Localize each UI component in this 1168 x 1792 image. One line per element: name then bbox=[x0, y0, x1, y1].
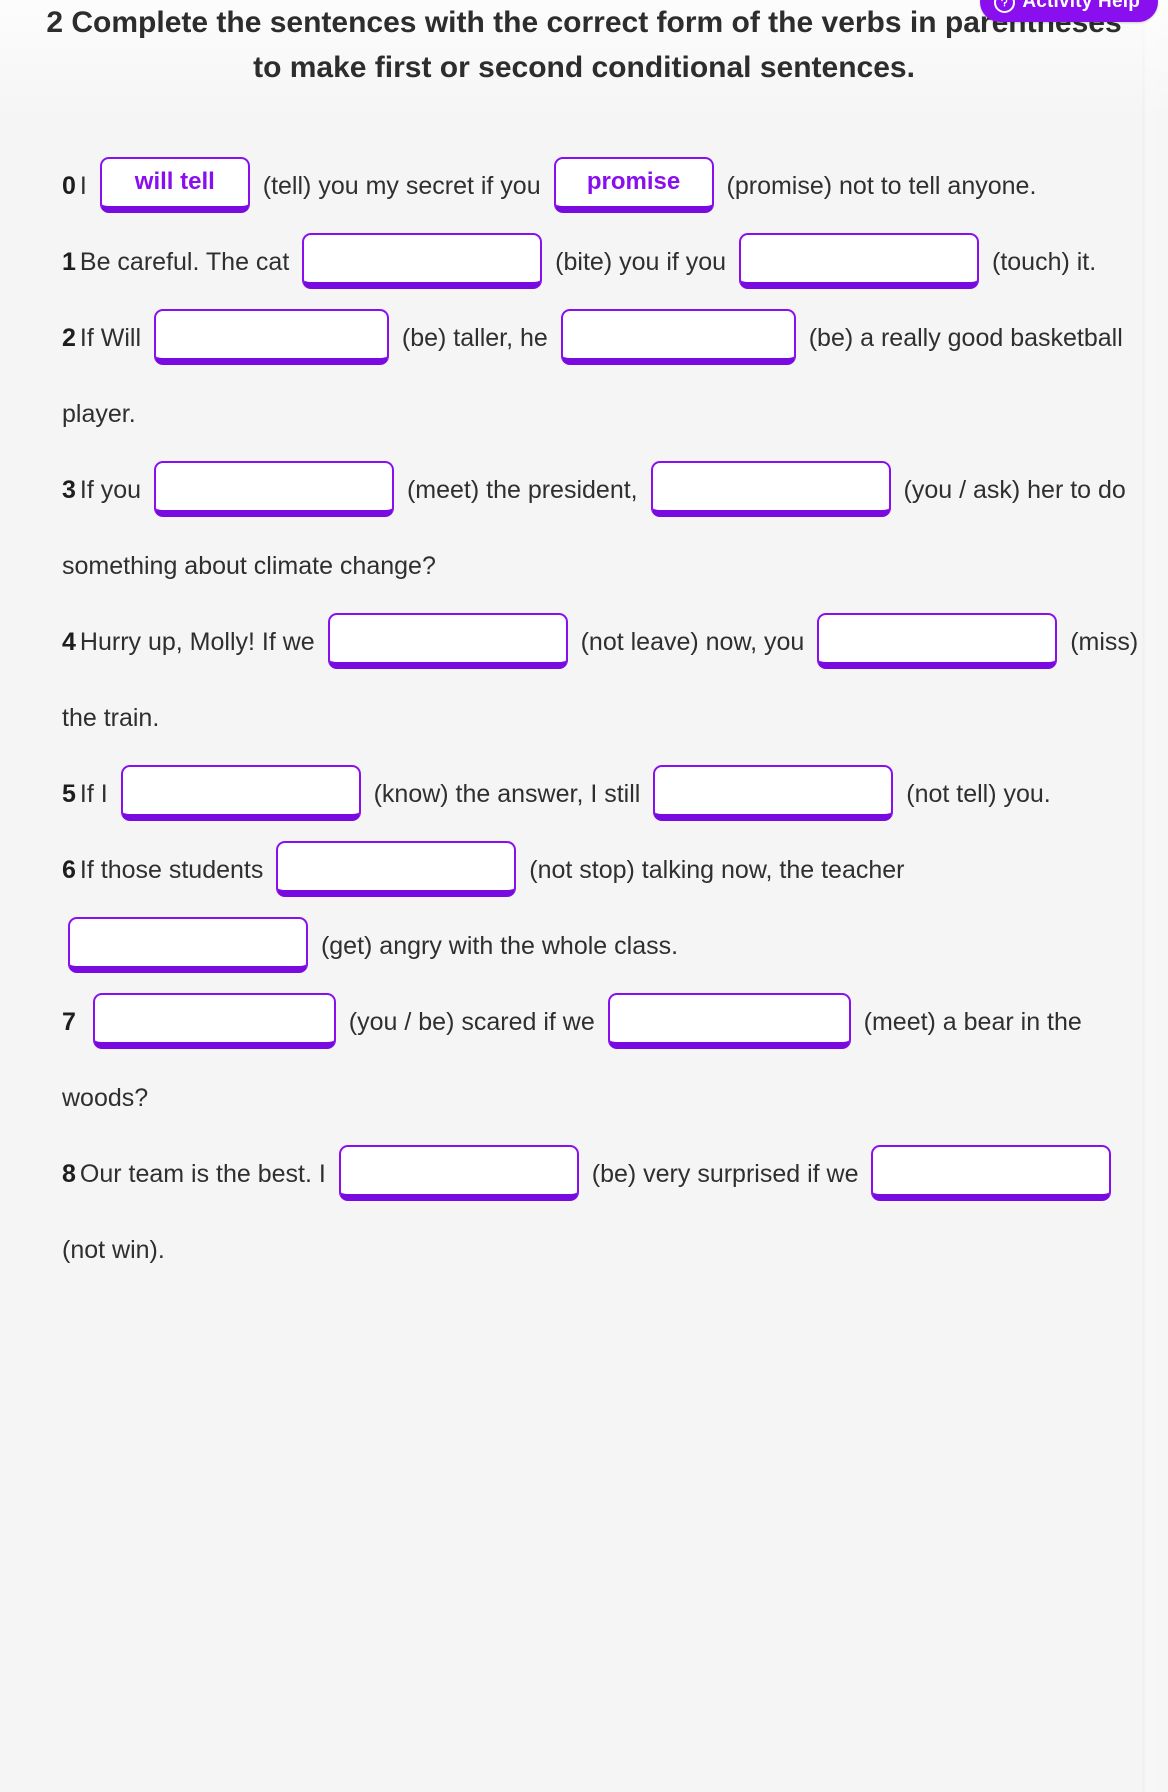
exercise-item: 3 If you (meet) the president, (you / ask… bbox=[62, 452, 1162, 604]
answer-input-box[interactable] bbox=[560, 309, 796, 366]
sentence-text: (promise) not to tell anyone. bbox=[719, 172, 1037, 200]
sentence-text: (be) very surprised if we bbox=[584, 1160, 866, 1188]
sentence-text: (be) taller, he bbox=[394, 324, 555, 352]
exercise-item: 2 If Will (be) taller, he (be) a really g… bbox=[62, 300, 1162, 452]
activity-help-label: Activity Help bbox=[1022, 0, 1140, 12]
answer-input-box[interactable] bbox=[739, 233, 980, 290]
answer-input-box[interactable] bbox=[276, 841, 517, 898]
answer-input-box[interactable] bbox=[153, 309, 389, 366]
exercise-item-number: 8 bbox=[62, 1160, 76, 1188]
answer-input-box[interactable] bbox=[92, 993, 336, 1050]
exercise-item: 7 (you / be) scared if we (meet) a bear … bbox=[62, 984, 1162, 1136]
activity-help-button[interactable]: Activity Help bbox=[980, 0, 1158, 22]
help-circle-icon bbox=[994, 0, 1016, 13]
exercise-item: 4 Hurry up, Molly! If we (not leave) now,… bbox=[62, 604, 1162, 756]
sentence-text: Be careful. The cat bbox=[79, 248, 297, 276]
exercise-item: 5 If I (know) the answer, I still (not te… bbox=[62, 756, 1162, 832]
answer-box-filled[interactable]: promise bbox=[553, 157, 714, 214]
answer-input-box[interactable] bbox=[68, 917, 308, 974]
sentence-text: (not tell) you. bbox=[899, 780, 1051, 808]
answer-input-box[interactable] bbox=[650, 461, 891, 518]
instruction-text: Complete the sentences with the correct … bbox=[71, 6, 1122, 84]
sentence-text: (get) angry with the whole class. bbox=[314, 932, 679, 960]
sentence-text: (touch) it. bbox=[985, 248, 1097, 276]
exercise-item-number: 7 bbox=[62, 1008, 76, 1036]
sentence-text: (not leave) now, you bbox=[573, 628, 812, 656]
answer-input-box[interactable] bbox=[871, 1145, 1112, 1202]
answer-input-box[interactable] bbox=[338, 1145, 579, 1202]
instruction-number: 2 bbox=[46, 6, 64, 39]
answer-input-box[interactable] bbox=[607, 993, 851, 1050]
answer-box-filled[interactable]: will tell bbox=[99, 157, 250, 214]
exercise-item-number: 0 bbox=[62, 172, 76, 200]
sentence-text: (you / be) scared if we bbox=[341, 1008, 602, 1036]
sentence-text: If you bbox=[79, 476, 148, 504]
sentence-text: If Will bbox=[79, 324, 148, 352]
sentence-text: (tell) you my secret if you bbox=[255, 172, 548, 200]
sentence-text bbox=[80, 1008, 87, 1036]
page-canvas: Activity Help 2 Complete the sentences w… bbox=[0, 0, 1168, 1792]
sentence-text: (know) the answer, I still bbox=[366, 780, 648, 808]
sentence-text: (bite) you if you bbox=[548, 248, 734, 276]
exercise-item: 0I will tell (tell) you my secret if you… bbox=[62, 148, 1162, 224]
answer-input-box[interactable] bbox=[327, 613, 568, 670]
sentence-text: Hurry up, Molly! If we bbox=[79, 628, 322, 656]
exercise-item: 8 Our team is the best. I (be) very surpr… bbox=[62, 1136, 1162, 1288]
sentence-text: If I bbox=[79, 780, 115, 808]
answer-input-box[interactable] bbox=[653, 765, 894, 822]
answer-input-box[interactable] bbox=[302, 233, 543, 290]
sentence-text: (meet) the president, bbox=[400, 476, 645, 504]
exercise-body: 0I will tell (tell) you my secret if you… bbox=[0, 148, 1162, 1288]
answer-input-box[interactable] bbox=[120, 765, 361, 822]
exercise-item-number: 6 bbox=[62, 856, 76, 884]
exercise-item-number: 4 bbox=[62, 628, 76, 656]
exercise-item: 1 Be careful. The cat (bite) you if you (… bbox=[62, 224, 1162, 300]
answer-input-box[interactable] bbox=[154, 461, 394, 518]
exercise-item-number: 5 bbox=[62, 780, 76, 808]
exercise-item-number: 3 bbox=[62, 476, 76, 504]
sentence-text: If those students bbox=[79, 856, 271, 884]
exercise-item-number: 2 bbox=[62, 324, 76, 352]
sentence-text: I bbox=[79, 172, 94, 200]
answer-input-box[interactable] bbox=[817, 613, 1058, 670]
exercise-item: 6 If those students (not stop) talking no… bbox=[62, 832, 1162, 984]
exercise-item-number: 1 bbox=[62, 248, 76, 276]
sentence-text: Our team is the best. I bbox=[79, 1160, 333, 1188]
sentence-text: (not stop) talking now, the teacher bbox=[522, 856, 912, 884]
